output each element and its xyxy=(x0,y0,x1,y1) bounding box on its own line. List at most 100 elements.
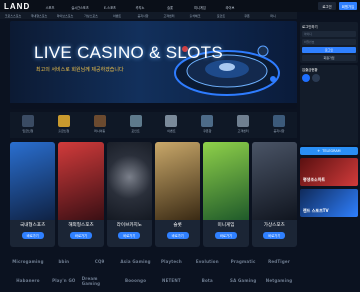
quick-menu-event[interactable]: 이벤트 xyxy=(157,113,185,137)
subnav-item[interactable]: 쿠폰 xyxy=(234,14,260,18)
deposit-tab-icon[interactable] xyxy=(302,74,310,82)
nav-item-live[interactable]: 라이브 xyxy=(216,1,244,10)
wallet-icon xyxy=(93,115,106,127)
password-input[interactable]: 비밀번호 xyxy=(302,39,356,45)
banner-subtitle: 최고의 서비스로 회원님께 제공하겠습니다 xyxy=(36,67,124,73)
panel-join-button[interactable]: 회원가입 xyxy=(302,55,356,61)
card-title: 해외형스포츠 xyxy=(68,223,94,228)
provider-logo[interactable]: CQ9 xyxy=(95,259,105,264)
hero-banner[interactable]: LIVE CASINO & SLOTS 최고의 서비스로 회원님께 제공하겠습니… xyxy=(10,21,297,109)
ad-banner-1-text: 평생조소하트 xyxy=(303,177,326,182)
provider-logo[interactable]: Pragmatic xyxy=(231,259,256,264)
join-button[interactable]: 회원가입 xyxy=(339,2,357,10)
provider-logo[interactable]: Habanero xyxy=(16,278,40,283)
stats-tabs xyxy=(302,74,356,82)
subnav-item[interactable]: 라이브스포츠 xyxy=(52,14,78,18)
game-category-cards: 국내형스포츠 바로가기 해외형스포츠 바로가기 라이브카지노 바로가기 슬롯 바… xyxy=(10,142,297,247)
card-art xyxy=(203,142,249,220)
provider-logo[interactable]: NETENT xyxy=(162,278,181,283)
subnav-item[interactable]: 이벤트 xyxy=(104,14,130,18)
username-input[interactable]: 아이디 xyxy=(302,31,356,37)
card-title: 미니게임 xyxy=(217,223,235,228)
card-go-button[interactable]: 바로가기 xyxy=(69,232,92,239)
nav-item-sports[interactable]: 스포츠 xyxy=(36,1,64,10)
quick-menu-support[interactable]: 고객센터 xyxy=(229,113,257,137)
subnav-item[interactable]: 가상스포츠 xyxy=(78,14,104,18)
provider-logo[interactable]: Microgaming xyxy=(12,259,43,264)
subnav-item[interactable]: 고객센터 xyxy=(156,14,182,18)
withdraw-tab-icon[interactable] xyxy=(312,74,320,82)
card-art xyxy=(10,142,56,220)
subnav-item[interactable]: 크로스스포츠 xyxy=(0,14,26,18)
auth-buttons: 로그인 회원가입 xyxy=(318,2,357,10)
card-minigame[interactable]: 미니게임 바로가기 xyxy=(203,142,249,247)
card-art xyxy=(58,142,104,220)
card-domestic-sports[interactable]: 국내형스포츠 바로가기 xyxy=(10,142,56,247)
top-bar: LAND 스포츠 실시간스포츠 E-스포츠 카지노 슬롯 미니게임 라이브 로그… xyxy=(0,0,360,12)
provider-logo[interactable]: Playtech xyxy=(161,259,182,264)
subnav-item[interactable]: 포인트 xyxy=(208,14,234,18)
quick-menu-money-transfer[interactable]: 머니이동 xyxy=(86,113,114,137)
main-nav: 스포츠 실시간스포츠 E-스포츠 카지노 슬롯 미니게임 라이브 xyxy=(36,1,244,10)
quick-menu: 입금신청 출금신청 머니이동 포인트 이벤트 쿠폰함 고객센터 공지사항 xyxy=(10,112,297,138)
site-logo[interactable]: LAND xyxy=(4,2,34,11)
coin-icon xyxy=(129,115,142,127)
login-box-title: 로그인하기 xyxy=(302,25,318,29)
provider-logos: Microgaming bbin CQ9 Asia Gaming Playtec… xyxy=(10,252,297,290)
provider-logo[interactable]: Evolution xyxy=(196,259,219,264)
quick-menu-withdraw[interactable]: 출금신청 xyxy=(50,113,78,137)
card-art xyxy=(154,142,201,220)
safe-icon xyxy=(21,115,34,127)
card-go-button[interactable]: 바로가기 xyxy=(118,232,141,239)
quick-menu-point[interactable]: 포인트 xyxy=(122,113,150,137)
subnav-item[interactable]: 국내형스포츠 xyxy=(26,14,52,18)
provider-logo[interactable]: bbin xyxy=(58,259,69,264)
card-go-button[interactable]: 바로가기 xyxy=(21,232,44,239)
login-button[interactable]: 로그인 xyxy=(318,2,336,10)
provider-logo[interactable]: Play'n GO xyxy=(52,278,75,283)
ad-banner-2-text: 랜드 스포츠TV xyxy=(303,208,329,213)
card-overseas-sports[interactable]: 해외형스포츠 바로가기 xyxy=(58,142,104,247)
nav-item-esports[interactable]: E-스포츠 xyxy=(96,1,124,10)
nav-item-slots[interactable]: 슬롯 xyxy=(156,1,184,10)
megaphone-icon xyxy=(273,115,286,127)
card-virtual-sports[interactable]: 가상스포츠 바로가기 xyxy=(251,142,297,247)
right-panel: 로그인하기 아이디 비밀번호 로그인 회원가입 입출금현황 ✈ TELEGRAM… xyxy=(300,22,358,292)
quick-menu-notice[interactable]: 공지사항 xyxy=(265,113,293,137)
provider-logo[interactable]: Booongo xyxy=(125,278,146,283)
nav-item-casino[interactable]: 카지노 xyxy=(126,1,154,10)
provider-logo[interactable]: Bota xyxy=(202,278,213,283)
sub-nav: 크로스스포츠 국내형스포츠 라이브스포츠 가상스포츠 이벤트 공지사항 고객센터… xyxy=(0,12,297,19)
stats-box: 입출금현황 xyxy=(300,65,358,145)
card-slots[interactable]: 슬롯 바로가기 xyxy=(154,142,201,247)
provider-logo[interactable]: Dream Gaming xyxy=(82,276,118,286)
provider-logo[interactable]: Netgaming xyxy=(266,278,293,283)
banner-slider-bar[interactable] xyxy=(10,103,297,109)
card-art xyxy=(106,142,152,220)
quick-menu-deposit[interactable]: 입금신청 xyxy=(14,113,42,137)
card-title: 가상스포츠 xyxy=(263,223,285,228)
page-root: LAND 스포츠 실시간스포츠 E-스포츠 카지노 슬롯 미니게임 라이브 로그… xyxy=(0,0,360,292)
subnav-item[interactable]: 공지사항 xyxy=(130,14,156,18)
gold-bars-icon xyxy=(57,115,70,127)
card-go-button[interactable]: 바로가기 xyxy=(263,232,286,239)
card-title: 국내형스포츠 xyxy=(19,223,46,228)
ad-banner-2[interactable]: 랜드 스포츠TV xyxy=(300,189,358,217)
card-title: 슬롯 xyxy=(173,223,182,228)
provider-logo[interactable]: Asia Gaming xyxy=(120,259,150,264)
provider-logo[interactable]: RedTiger xyxy=(268,259,290,264)
card-go-button[interactable]: 바로가기 xyxy=(214,232,237,239)
provider-logo[interactable]: SA Gaming xyxy=(230,278,256,283)
card-live-casino[interactable]: 라이브카지노 바로가기 xyxy=(106,142,152,247)
nav-item-minigame[interactable]: 미니게임 xyxy=(186,1,214,10)
telegram-button[interactable]: ✈ TELEGRAM xyxy=(300,147,358,155)
panel-login-button[interactable]: 로그인 xyxy=(302,47,356,53)
subnav-item[interactable]: 출석체크 xyxy=(182,14,208,18)
nav-item-live-sports[interactable]: 실시간스포츠 xyxy=(66,1,94,10)
gift-icon xyxy=(165,115,178,127)
card-art xyxy=(251,142,297,220)
quick-menu-coupon[interactable]: 쿠폰함 xyxy=(193,113,221,137)
subnav-item[interactable]: 머니 xyxy=(260,14,286,18)
card-go-button[interactable]: 바로가기 xyxy=(166,232,189,239)
ad-banner-1[interactable]: 평생조소하트 xyxy=(300,158,358,186)
